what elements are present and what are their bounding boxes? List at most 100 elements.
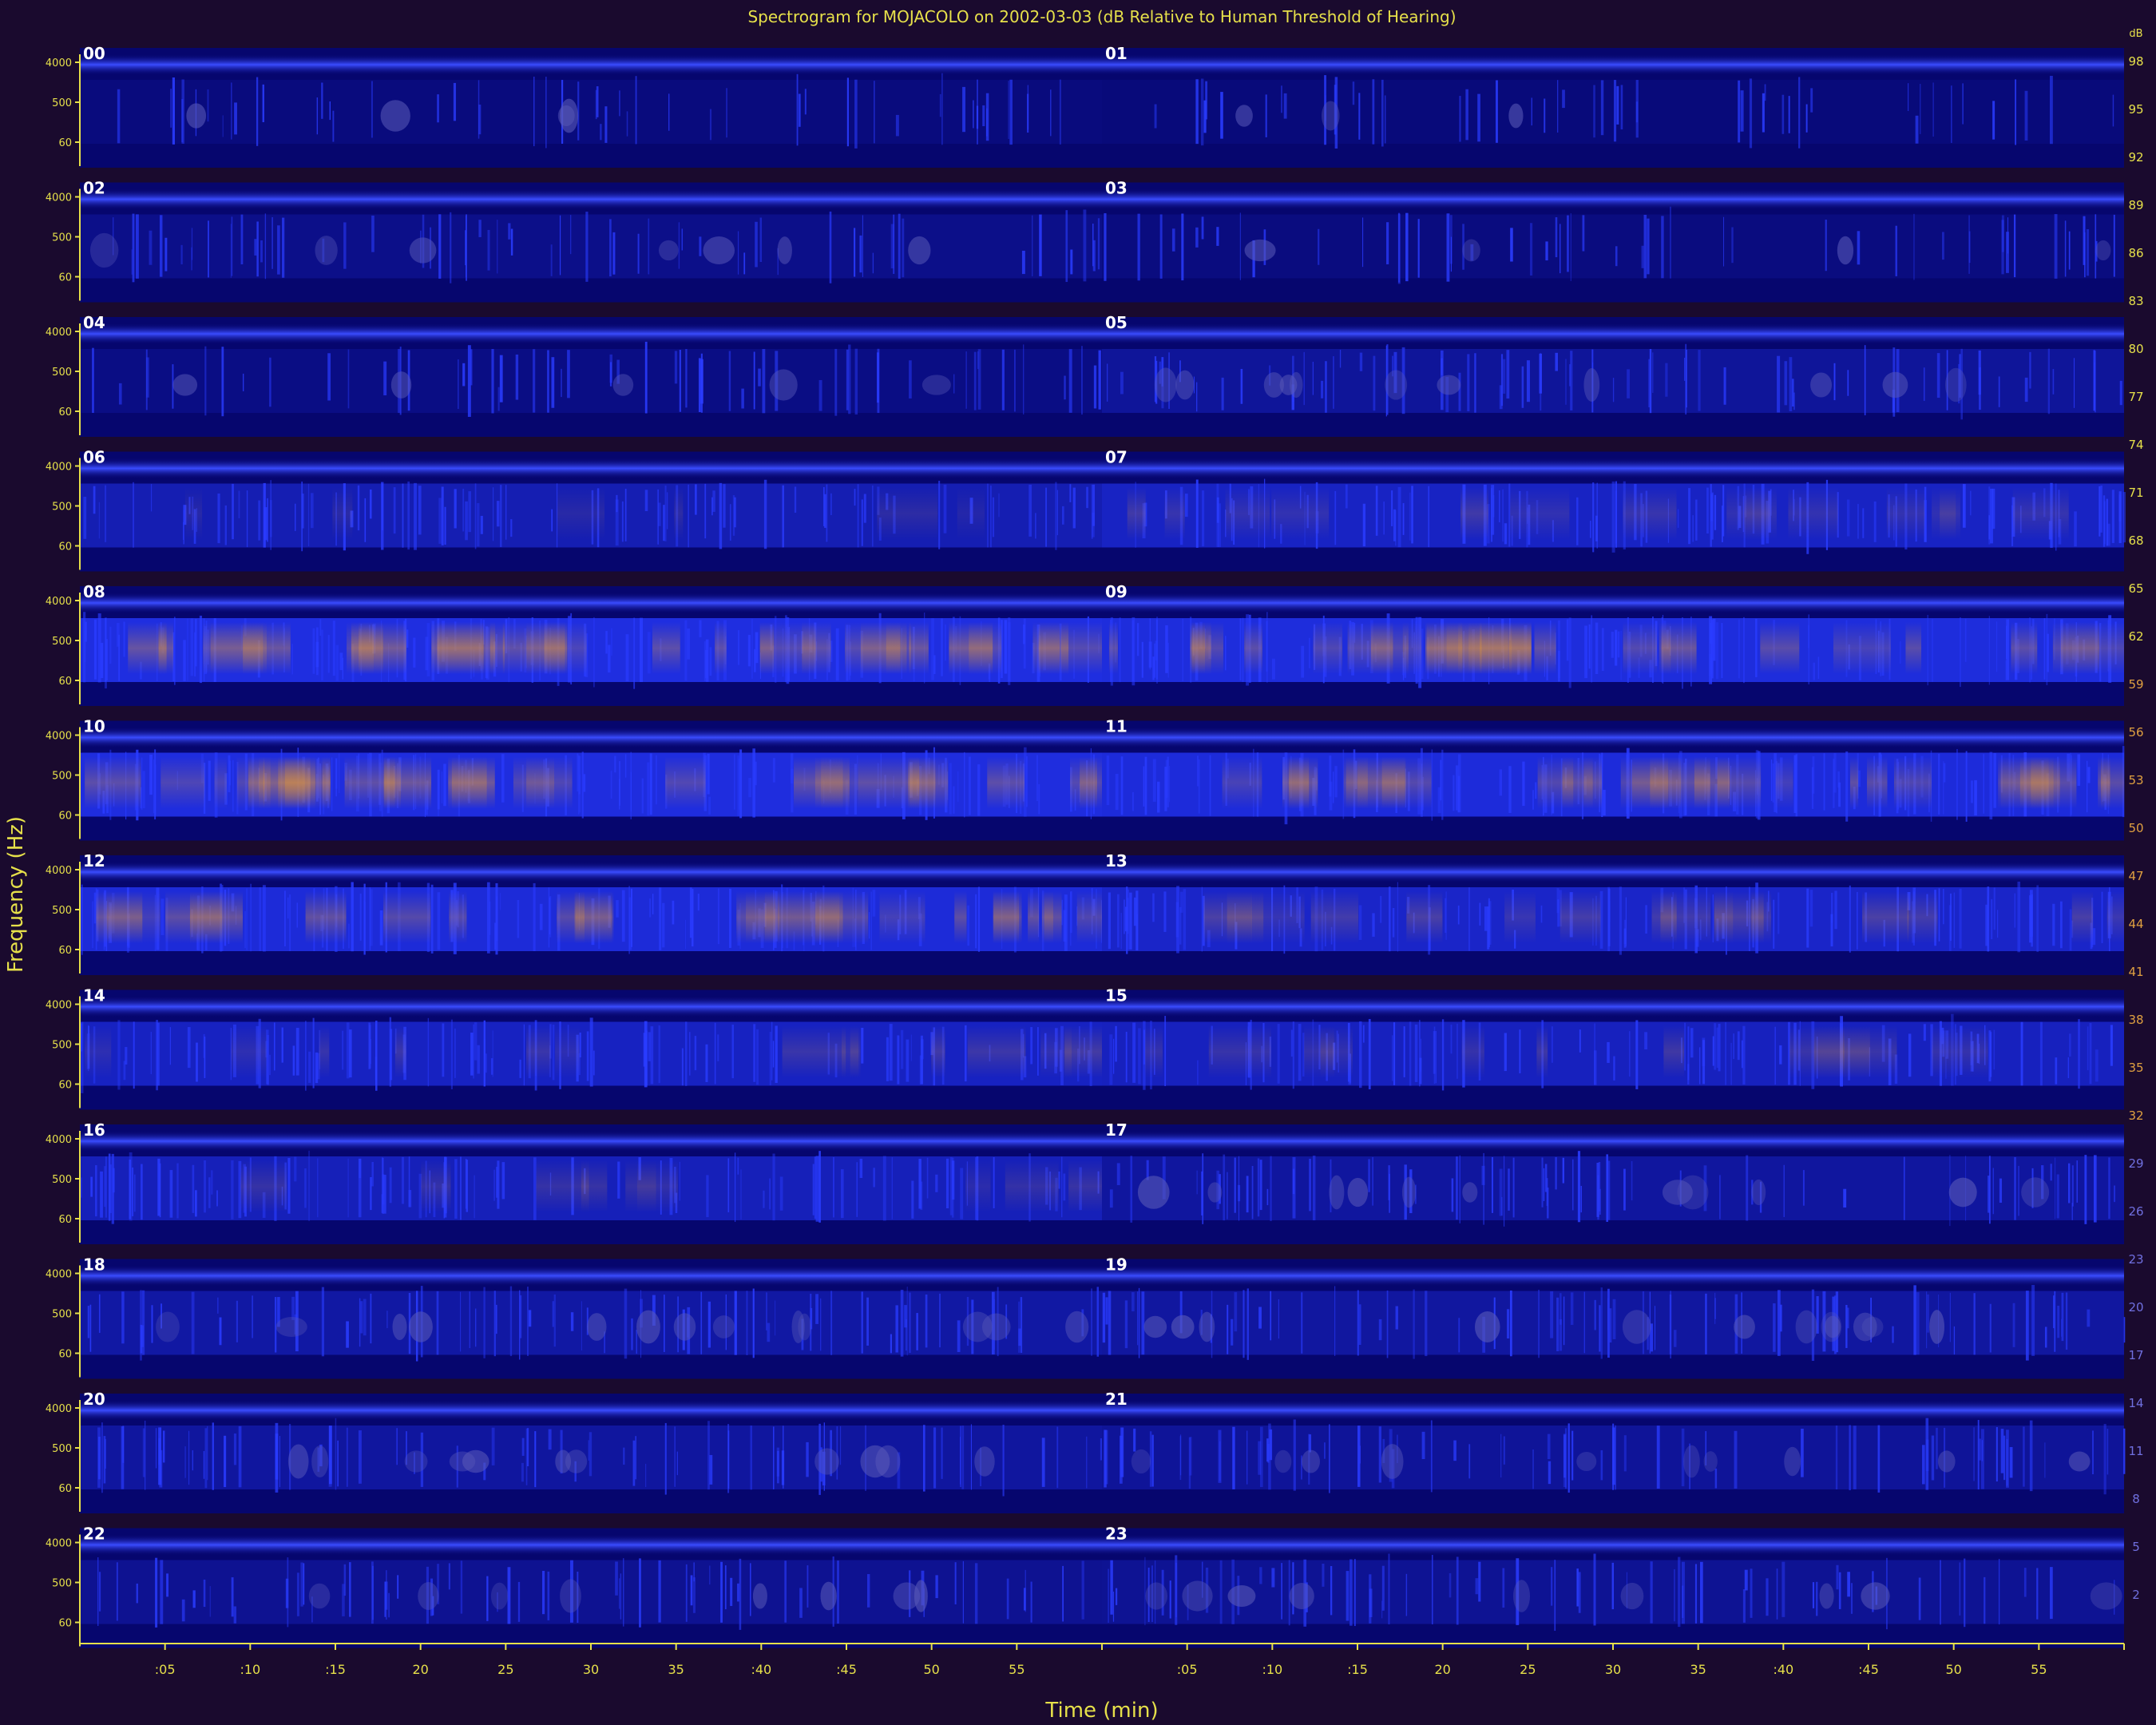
hour-panel-21 — [1102, 1394, 2126, 1513]
hour-panel-17 — [1102, 1124, 2124, 1244]
hour-panel-09 — [1102, 586, 2124, 706]
colorbar-label: 26 — [2128, 1204, 2143, 1219]
frequency-tick-label: 500 — [52, 1578, 72, 1590]
row-frequency-axis: 4000 500 60 — [46, 1131, 81, 1243]
colorbar-label: 62 — [2128, 629, 2143, 644]
frequency-tick-label: 4000 — [46, 1000, 72, 1012]
frequency-tick-label: 500 — [52, 1174, 72, 1186]
hour-panel-10 — [80, 720, 1102, 841]
hour-label: 05 — [1105, 313, 1128, 332]
frequency-tick-label: 500 — [52, 771, 72, 783]
hour-label: 20 — [83, 1390, 105, 1409]
x-tick-label: 50 — [923, 1662, 939, 1677]
colorbar-unit: dB — [2129, 28, 2142, 40]
frequency-tick-label: 4000 — [46, 731, 72, 743]
frequency-tick-label: 500 — [52, 636, 72, 648]
x-tick-label: :40 — [1773, 1662, 1793, 1677]
colorbar-label: 23 — [2128, 1252, 2143, 1267]
frequency-tick-label: 500 — [52, 232, 72, 244]
frequency-tick-label: 60 — [58, 541, 72, 553]
hour-label: 19 — [1105, 1255, 1128, 1275]
hour-panel-06 — [80, 451, 1102, 572]
frequency-tick-label: 60 — [58, 1483, 72, 1495]
hour-label: 09 — [1105, 582, 1128, 601]
colorbar-label: 86 — [2128, 246, 2143, 260]
hour-panel-03 — [1102, 182, 2124, 303]
hour-panel-08 — [80, 586, 1102, 706]
hour-panel-18 — [80, 1259, 1102, 1379]
frequency-tick-label: 60 — [58, 945, 72, 957]
colorbar-label: 11 — [2128, 1444, 2143, 1458]
frequency-tick-label: 60 — [58, 406, 72, 418]
hour-label: 04 — [83, 313, 105, 332]
frequency-tick-label: 4000 — [46, 327, 72, 339]
colorbar-label: 92 — [2128, 150, 2143, 165]
frequency-tick-label: 500 — [52, 905, 72, 917]
frequency-tick-label: 500 — [52, 502, 72, 514]
colorbar-label: 5 — [2132, 1540, 2140, 1554]
frequency-tick-label: 500 — [52, 367, 72, 379]
frequency-tick-label: 60 — [58, 1349, 72, 1361]
hour-panel-01 — [1102, 48, 2124, 168]
hour-label: 06 — [83, 448, 105, 467]
x-axis-ticks: :05:10:15 20 25 30 35:40:45 50 55:05:10:15 20 25… — [155, 1644, 2125, 1677]
frequency-tick-label: 60 — [58, 1618, 72, 1630]
row-frequency-axis: 4000 500 60 — [46, 862, 81, 974]
chart-title: Spectrogram for MOJACOLO on 2002-03-03 (… — [747, 7, 1456, 26]
hour-label: 12 — [83, 851, 105, 870]
colorbar-label: 89 — [2128, 198, 2143, 212]
x-tick-label: 55 — [2031, 1662, 2047, 1677]
colorbar-label: 95 — [2128, 102, 2143, 117]
hour-panel-16 — [80, 1124, 1102, 1244]
hour-panel-14 — [80, 989, 1102, 1110]
frequency-tick-label: 4000 — [46, 865, 72, 877]
x-axis-label: Time (min) — [1044, 1699, 1158, 1723]
colorbar-label: 17 — [2128, 1348, 2143, 1362]
hour-panel-07 — [1102, 451, 2126, 572]
colorbar-label: 59 — [2128, 677, 2143, 692]
x-tick-label: :15 — [1347, 1662, 1368, 1677]
frequency-tick-label: 500 — [52, 97, 72, 109]
hour-label: 10 — [83, 717, 105, 736]
row-frequency-axis: 4000 500 60 — [46, 1534, 81, 1647]
x-tick-label: :10 — [240, 1662, 260, 1677]
x-tick-label: :15 — [325, 1662, 346, 1677]
x-tick-label: :45 — [1858, 1662, 1879, 1677]
row-frequency-axis: 4000 500 60 — [46, 1400, 81, 1512]
row-frequency-axis: 4000 500 60 — [46, 593, 81, 704]
x-tick-label: 30 — [1605, 1662, 1621, 1677]
hour-panel-05 — [1102, 317, 2124, 437]
colorbar-label: 8 — [2132, 1492, 2140, 1506]
frequency-tick-label: 60 — [58, 1214, 72, 1226]
frequency-tick-label: 60 — [58, 137, 72, 149]
frequency-tick-label: 4000 — [46, 596, 72, 608]
colorbar-label: 20 — [2128, 1300, 2143, 1315]
colorbar-label: 29 — [2128, 1156, 2143, 1171]
x-tick-label: 55 — [1009, 1662, 1024, 1677]
frequency-axes: 4000 500 60 4000 500 60 4000 500 60 4000 500 60 4000… — [46, 54, 81, 1647]
x-tick-label: :40 — [751, 1662, 771, 1677]
x-tick-label: 35 — [1690, 1662, 1706, 1677]
hour-label: 17 — [1105, 1120, 1128, 1140]
row-frequency-axis: 4000 500 60 — [46, 996, 81, 1108]
x-tick-label: 25 — [1520, 1662, 1536, 1677]
colorbar-label: 68 — [2128, 533, 2143, 548]
x-tick-label: :10 — [1262, 1662, 1282, 1677]
x-tick-label: :05 — [155, 1662, 176, 1677]
hour-label: 03 — [1105, 179, 1128, 198]
frequency-tick-label: 4000 — [46, 1269, 72, 1281]
row-frequency-axis: 4000 500 60 — [46, 727, 81, 839]
colorbar-label: 56 — [2128, 725, 2143, 740]
hour-panel-12 — [80, 855, 1104, 975]
hour-label: 14 — [83, 986, 105, 1005]
frequency-tick-label: 4000 — [46, 192, 72, 204]
colorbar-label: 2 — [2132, 1588, 2140, 1602]
hour-label: 23 — [1105, 1525, 1128, 1544]
colorbar-label: 38 — [2128, 1013, 2143, 1027]
frequency-tick-label: 60 — [58, 811, 72, 823]
colorbar-label: 44 — [2128, 917, 2143, 931]
colorbar-label: 65 — [2128, 581, 2143, 596]
hour-panel-00 — [80, 48, 1102, 168]
hour-label: 11 — [1105, 717, 1128, 736]
colorbar-label: 71 — [2128, 486, 2143, 500]
